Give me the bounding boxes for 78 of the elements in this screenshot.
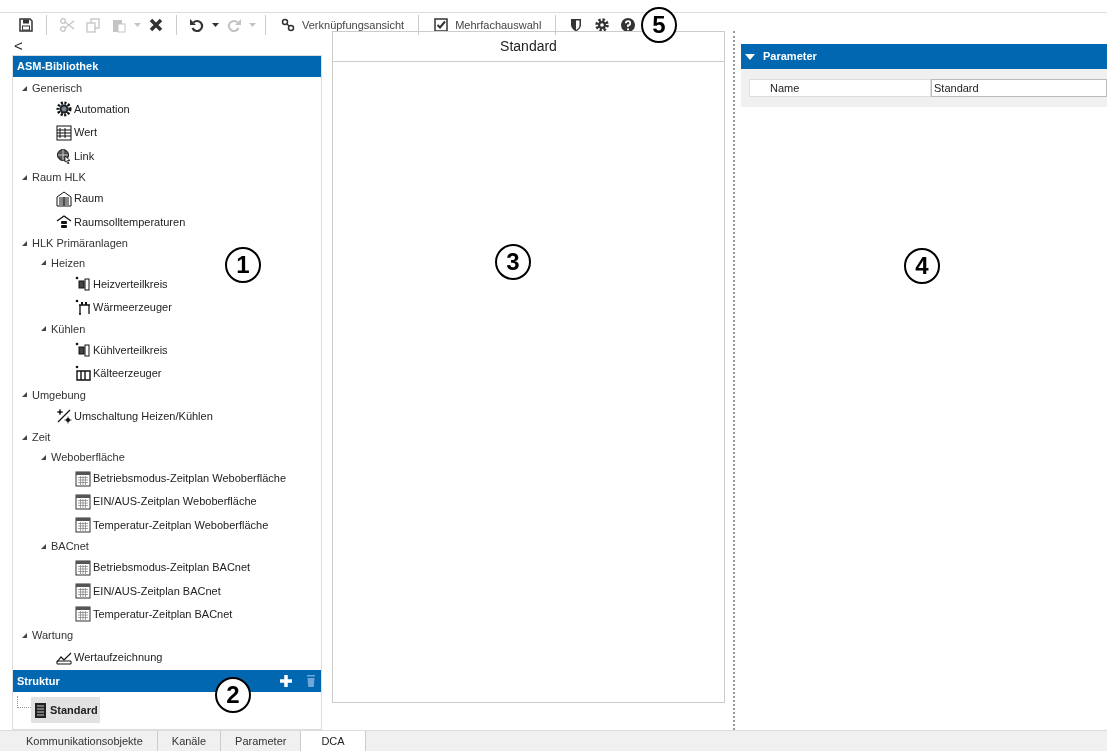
calendar-icon <box>75 470 91 487</box>
callout-marker: 4 <box>904 248 940 284</box>
heat-cool-switch-icon <box>56 408 72 425</box>
property-name: Name <box>749 79 931 97</box>
tree-item[interactable]: EIN/AUS-Zeitplan BACnet <box>93 582 221 600</box>
tree-item[interactable]: EIN/AUS-Zeitplan Weboberfläche <box>93 493 257 510</box>
callout-marker: 1 <box>225 247 261 283</box>
callout-marker: 2 <box>215 677 251 713</box>
tree-item[interactable]: Wärmeerzeuger <box>93 299 172 316</box>
tree-group[interactable]: Kühlen <box>51 320 86 338</box>
expanded-arrow-icon[interactable] <box>40 453 47 461</box>
building-icon <box>33 701 48 719</box>
tree-group[interactable]: BACnet <box>51 538 89 555</box>
tree-item[interactable]: Temperatur-Zeitplan Weboberfläche <box>93 516 269 534</box>
save-icon[interactable] <box>18 17 34 33</box>
value-table-icon <box>56 124 72 141</box>
settings-icon[interactable] <box>594 17 611 33</box>
expanded-arrow-icon[interactable] <box>40 259 47 267</box>
link-icon <box>280 17 296 33</box>
expanded-arrow-icon[interactable] <box>21 239 28 247</box>
tree-item[interactable]: Umschaltung Heizen/Kühlen <box>74 407 213 425</box>
tree-item[interactable]: Betriebsmodus-Zeitplan Weboberfläche <box>93 470 286 487</box>
calendar-icon <box>75 606 91 623</box>
calendar-icon <box>75 582 91 599</box>
tree-item[interactable]: Wertaufzeichnung <box>74 648 163 666</box>
expanded-arrow-icon[interactable] <box>21 434 28 442</box>
tree-item[interactable]: Heizverteilkreis <box>93 275 168 293</box>
tree-item[interactable]: Betriebsmodus-Zeitplan BACnet <box>93 559 251 576</box>
tree-item[interactable]: Temperatur-Zeitplan BACnet <box>93 605 233 623</box>
tab[interactable]: DCA <box>301 731 366 751</box>
tab[interactable]: Kommunikationsobjekte <box>12 731 158 751</box>
tree-group[interactable]: Umgebung <box>32 386 86 403</box>
tree-item[interactable]: Automation <box>74 101 130 118</box>
tree-group[interactable]: Wartung <box>32 627 74 644</box>
tab[interactable]: Kanäle <box>157 731 222 751</box>
chiller-icon <box>75 365 91 382</box>
tree-item[interactable]: Raumsolltemperaturen <box>74 213 186 231</box>
collapse-button[interactable]: < <box>12 37 25 55</box>
undo-icon[interactable] <box>189 17 205 33</box>
expanded-arrow-icon[interactable] <box>21 173 28 181</box>
tree-group[interactable]: Weboberfläche <box>51 448 125 466</box>
property-value-field[interactable]: Standard <box>931 79 1107 97</box>
callout-marker: 3 <box>495 244 531 280</box>
tree-group[interactable]: Zeit <box>32 429 51 446</box>
tree-group[interactable]: Generisch <box>32 79 83 97</box>
calendar-icon <box>75 493 91 510</box>
expanded-arrow-icon[interactable] <box>40 542 47 550</box>
panel-header: ASM-Bibliothek <box>13 56 321 78</box>
gear-icon <box>56 101 72 118</box>
tree-item[interactable]: Kühlverteilkreis <box>93 341 168 359</box>
expanded-arrow-icon[interactable] <box>21 84 28 92</box>
globe-pointer-icon <box>56 147 72 164</box>
expanded-arrow-icon[interactable] <box>21 631 28 639</box>
calendar-icon <box>75 559 91 576</box>
callout-marker: 5 <box>641 7 677 43</box>
help-icon[interactable] <box>620 17 637 33</box>
panel-header: Struktur <box>17 673 61 689</box>
checkbox-icon <box>433 17 450 33</box>
thermostat-house-icon <box>56 213 72 230</box>
delete-icon[interactable] <box>148 17 164 33</box>
building-icon <box>56 190 72 207</box>
tree-item[interactable]: Raum <box>74 190 104 207</box>
tree-group[interactable]: HLK Primäranlagen <box>32 234 128 252</box>
caret-icon[interactable] <box>211 21 220 29</box>
boiler-icon <box>75 299 91 316</box>
tree-item[interactable]: Wert <box>74 124 98 141</box>
expanded-arrow-icon[interactable] <box>40 325 47 333</box>
tree-item[interactable]: Kälteerzeuger <box>93 365 162 382</box>
add-icon[interactable] <box>279 674 293 689</box>
distribution-circuit-icon <box>75 276 91 293</box>
tree-group[interactable]: Heizen <box>51 254 86 272</box>
tree-group[interactable]: Raum HLK <box>32 169 86 186</box>
tree-item[interactable]: Link <box>74 147 95 165</box>
section-header[interactable]: Parameter <box>741 44 1107 69</box>
distribution-circuit-icon <box>75 342 91 359</box>
structure-item[interactable]: Standard <box>31 697 100 724</box>
expanded-arrow-icon[interactable] <box>21 391 28 399</box>
calendar-icon <box>75 516 91 533</box>
